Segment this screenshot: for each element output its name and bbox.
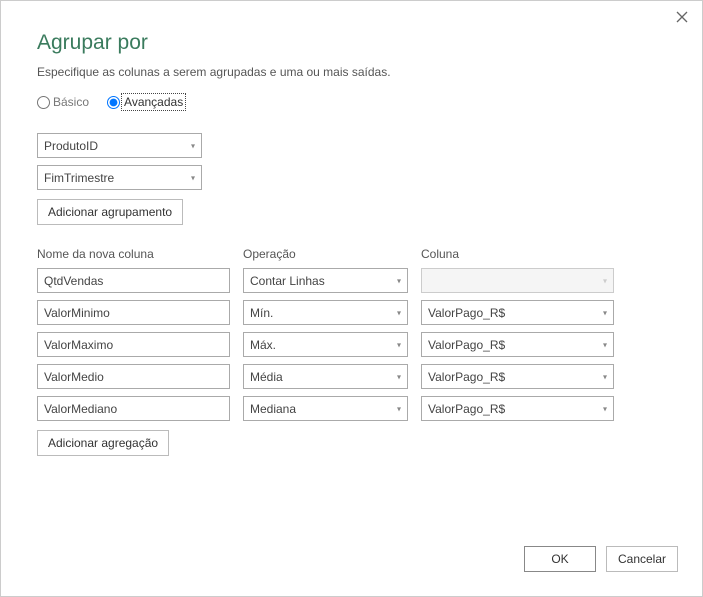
row-3-name[interactable] bbox=[37, 364, 230, 389]
row-4-operation[interactable]: Mediana ▾ bbox=[243, 396, 408, 421]
cancel-button[interactable]: Cancelar bbox=[606, 546, 678, 572]
row-2-name[interactable] bbox=[37, 332, 230, 357]
chevron-down-icon: ▾ bbox=[603, 276, 607, 285]
chevron-down-icon: ▾ bbox=[603, 340, 607, 349]
chevron-down-icon: ▾ bbox=[397, 372, 401, 381]
grouping-section: ProdutoID ▾ FimTrimestre ▾ Adicionar agr… bbox=[37, 133, 666, 225]
radio-basic-input[interactable] bbox=[37, 96, 50, 109]
chevron-down-icon: ▾ bbox=[397, 404, 401, 413]
row-0-operation-value: Contar Linhas bbox=[250, 274, 325, 288]
group-column-0-value: ProdutoID bbox=[44, 139, 98, 153]
group-column-1[interactable]: FimTrimestre ▾ bbox=[37, 165, 202, 190]
row-2-operation-value: Máx. bbox=[250, 338, 276, 352]
add-grouping-button[interactable]: Adicionar agrupamento bbox=[37, 199, 183, 225]
dialog-subtitle: Especifique as colunas a serem agrupadas… bbox=[37, 65, 666, 79]
col-new-name: Nome da nova coluna Adicionar agregação bbox=[37, 247, 230, 456]
radio-basic-label: Básico bbox=[53, 95, 89, 109]
row-1-operation-value: Mín. bbox=[250, 306, 273, 320]
chevron-down-icon: ▾ bbox=[603, 404, 607, 413]
row-2-column-value: ValorPago_R$ bbox=[428, 338, 505, 352]
dialog-footer: OK Cancelar bbox=[524, 546, 678, 572]
radio-advanced-input[interactable] bbox=[107, 96, 120, 109]
chevron-down-icon: ▾ bbox=[603, 308, 607, 317]
row-1-operation[interactable]: Mín. ▾ bbox=[243, 300, 408, 325]
row-3-operation-value: Média bbox=[250, 370, 283, 384]
row-4-name[interactable] bbox=[37, 396, 230, 421]
chevron-down-icon: ▾ bbox=[397, 340, 401, 349]
group-column-0[interactable]: ProdutoID ▾ bbox=[37, 133, 202, 158]
dialog-title: Agrupar por bbox=[37, 31, 666, 55]
add-aggregation-button[interactable]: Adicionar agregação bbox=[37, 430, 169, 456]
row-4-column-value: ValorPago_R$ bbox=[428, 402, 505, 416]
chevron-down-icon: ▾ bbox=[397, 276, 401, 285]
col-column: Coluna ▾ ValorPago_R$ ▾ ValorPago_R$ ▾ V… bbox=[421, 247, 614, 456]
row-2-column[interactable]: ValorPago_R$ ▾ bbox=[421, 332, 614, 357]
row-1-column[interactable]: ValorPago_R$ ▾ bbox=[421, 300, 614, 325]
group-by-dialog: Agrupar por Especifique as colunas a ser… bbox=[0, 0, 703, 597]
radio-advanced[interactable]: Avançadas bbox=[107, 95, 184, 109]
chevron-down-icon: ▾ bbox=[603, 372, 607, 381]
radio-basic[interactable]: Básico bbox=[37, 95, 89, 109]
header-new-col: Nome da nova coluna bbox=[37, 247, 230, 261]
row-2-operation[interactable]: Máx. ▾ bbox=[243, 332, 408, 357]
row-4-operation-value: Mediana bbox=[250, 402, 296, 416]
mode-selector: Básico Avançadas bbox=[37, 95, 666, 109]
col-operation: Operação Contar Linhas ▾ Mín. ▾ Máx. ▾ M… bbox=[243, 247, 408, 456]
header-operation: Operação bbox=[243, 247, 408, 261]
row-1-name[interactable] bbox=[37, 300, 230, 325]
chevron-down-icon: ▾ bbox=[191, 173, 195, 182]
radio-advanced-label: Avançadas bbox=[123, 95, 184, 109]
chevron-down-icon: ▾ bbox=[191, 141, 195, 150]
group-column-1-value: FimTrimestre bbox=[44, 171, 114, 185]
row-0-column: ▾ bbox=[421, 268, 614, 293]
row-0-operation[interactable]: Contar Linhas ▾ bbox=[243, 268, 408, 293]
row-0-name[interactable] bbox=[37, 268, 230, 293]
row-3-operation[interactable]: Média ▾ bbox=[243, 364, 408, 389]
aggregation-table: Nome da nova coluna Adicionar agregação … bbox=[37, 247, 666, 456]
chevron-down-icon: ▾ bbox=[397, 308, 401, 317]
row-4-column[interactable]: ValorPago_R$ ▾ bbox=[421, 396, 614, 421]
row-1-column-value: ValorPago_R$ bbox=[428, 306, 505, 320]
header-column: Coluna bbox=[421, 247, 614, 261]
row-3-column-value: ValorPago_R$ bbox=[428, 370, 505, 384]
close-icon[interactable] bbox=[676, 11, 688, 26]
ok-button[interactable]: OK bbox=[524, 546, 596, 572]
row-3-column[interactable]: ValorPago_R$ ▾ bbox=[421, 364, 614, 389]
